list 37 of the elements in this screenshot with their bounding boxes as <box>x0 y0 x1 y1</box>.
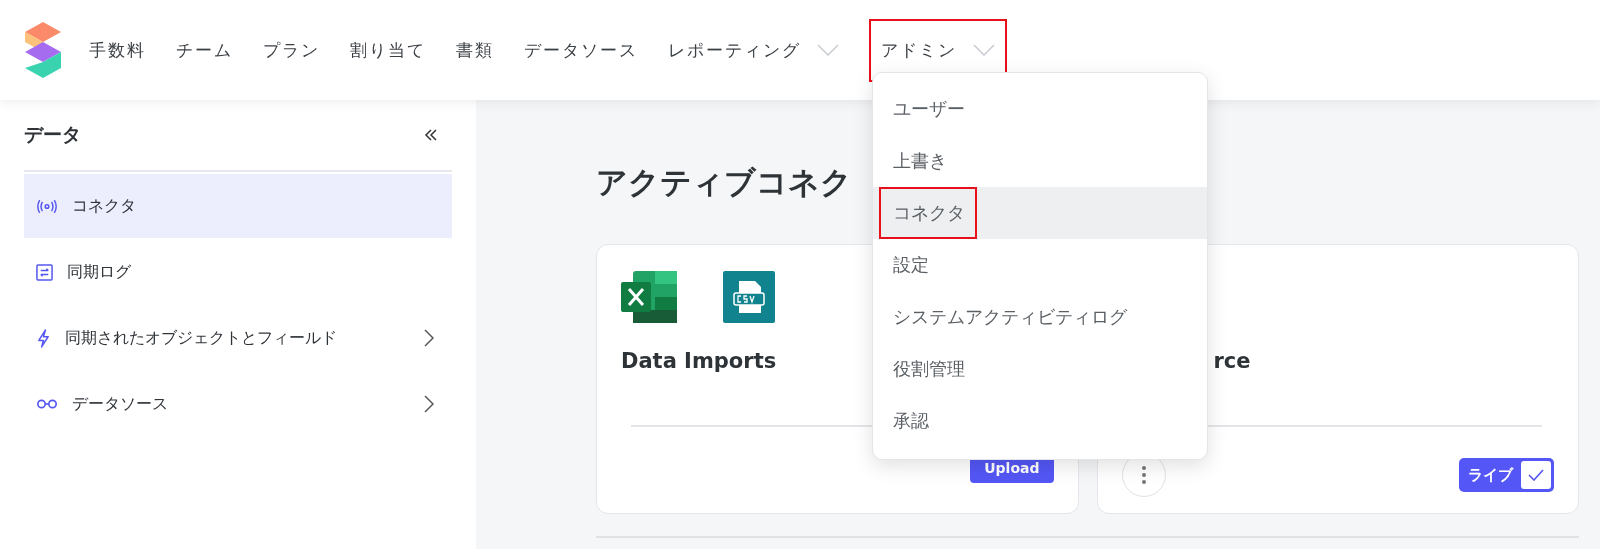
menu-item[interactable]: 上書き <box>873 135 1207 187</box>
menu-item[interactable]: 設定 <box>873 239 1207 291</box>
sidebar-item[interactable]: 同期されたオブジェクトとフィールド <box>24 306 452 370</box>
spreadsheet-icon <box>621 271 677 323</box>
sidebar-item[interactable]: 同期ログ <box>24 240 452 304</box>
chevron-right-icon <box>424 395 434 413</box>
sidebar-item[interactable]: データソース <box>24 372 452 436</box>
chevron-right-icon <box>424 329 434 347</box>
menu-item[interactable]: ユーザー <box>873 83 1207 135</box>
nav-item[interactable]: 書類 <box>448 18 502 82</box>
glasses-icon <box>36 399 58 409</box>
card-title: rce <box>1213 349 1251 373</box>
broadcast-icon <box>36 198 58 214</box>
nav-item[interactable]: データソース <box>516 18 646 82</box>
nav-item[interactable]: 手数料 <box>81 18 154 82</box>
csv-file-icon <box>723 271 775 323</box>
log-icon <box>36 263 53 281</box>
collapse-icon[interactable] <box>424 129 438 141</box>
nav-item[interactable]: レポーティング <box>660 18 847 82</box>
more-dots-icon <box>1141 466 1146 484</box>
chevron-down-icon <box>973 44 995 56</box>
menu-item[interactable]: コネクタ <box>873 187 1207 239</box>
check-icon <box>1528 469 1544 481</box>
lightning-icon <box>36 328 51 348</box>
logo-icon[interactable] <box>25 22 61 78</box>
menu-item[interactable]: システムアクティビティログ <box>873 291 1207 343</box>
nav-item[interactable]: プラン <box>255 18 328 82</box>
chevron-down-icon <box>817 44 839 56</box>
card-title: Data Imports <box>621 349 777 373</box>
live-toggle[interactable]: ライブ <box>1459 458 1554 492</box>
nav-item[interactable]: 割り当て <box>342 18 434 82</box>
sidebar-item[interactable]: コネクタ <box>24 174 452 238</box>
menu-item[interactable]: 役割管理 <box>873 343 1207 395</box>
nav-item[interactable]: チーム <box>168 18 241 82</box>
page-heading: アクティブコネク <box>596 163 852 202</box>
sidebar-title: データ <box>24 122 81 147</box>
menu-item[interactable]: 承認 <box>873 395 1207 447</box>
